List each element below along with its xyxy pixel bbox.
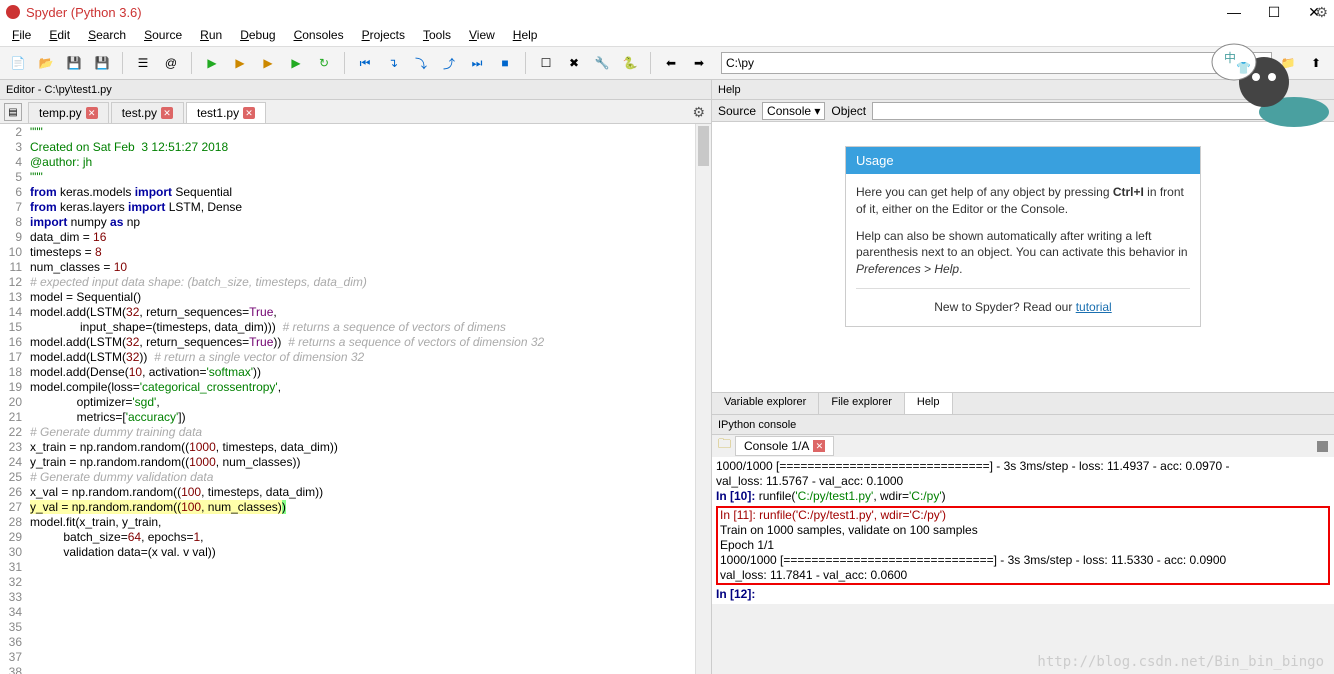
pane-tab-help[interactable]: Help: [905, 393, 953, 414]
new-file-icon[interactable]: 📄: [6, 51, 30, 75]
editor-pane-title: Editor - C:\py\test1.py: [0, 80, 711, 100]
menu-run[interactable]: Run: [192, 26, 230, 44]
tool2-icon[interactable]: ✖: [562, 51, 586, 75]
minimize-button[interactable]: —: [1214, 0, 1254, 24]
editor-tab-test1-py[interactable]: test1.py✕: [186, 102, 266, 123]
toolbar: 📄 📂 💾 💾 ☰ @ ▶ ▶ ▶ ▶ ↻ ⏮ ↴ ⤵ ⤴ ⏭ ■ ☐ ✖ 🔧 …: [0, 46, 1334, 80]
save-icon[interactable]: 💾: [62, 51, 86, 75]
editor-scrollbar[interactable]: [695, 124, 711, 674]
console-folder-icon[interactable]: 🗀: [718, 435, 731, 457]
object-label: Object: [831, 104, 866, 118]
gear-icon[interactable]: ⚙: [1315, 4, 1328, 21]
pane-tab-file-explorer[interactable]: File explorer: [819, 393, 905, 414]
titlebar: Spyder (Python 3.6) — ☐ ✕: [0, 0, 1334, 24]
pane-tab-variable-explorer[interactable]: Variable explorer: [712, 393, 819, 414]
console-title: IPython console: [712, 415, 1334, 435]
list-icon[interactable]: ☰: [131, 51, 155, 75]
python-icon[interactable]: 🐍: [618, 51, 642, 75]
menu-search[interactable]: Search: [80, 26, 134, 44]
save-all-icon[interactable]: 💾: [90, 51, 114, 75]
window-title: Spyder (Python 3.6): [26, 5, 142, 20]
usage-header: Usage: [846, 147, 1200, 174]
tool1-icon[interactable]: ☐: [534, 51, 558, 75]
editor-tabs: ▤ temp.py✕test.py✕test1.py✕ ⚙: [0, 100, 711, 124]
help-body: Usage Here you can get help of any objec…: [712, 122, 1334, 392]
maximize-button[interactable]: ☐: [1254, 0, 1294, 24]
menu-edit[interactable]: Edit: [41, 26, 78, 44]
console-options-icon[interactable]: [1317, 441, 1328, 452]
console-tab[interactable]: Console 1/A✕: [735, 436, 834, 456]
mascot-icon: 中👕: [1194, 32, 1334, 132]
svg-text:中: 中: [1224, 50, 1236, 65]
run-selection-icon[interactable]: ▶: [284, 51, 308, 75]
debug-step-icon[interactable]: ⏮: [353, 51, 377, 75]
code-editor[interactable]: 2345678910111213141516171819202122232425…: [0, 124, 711, 674]
tutorial-link[interactable]: tutorial: [1076, 300, 1112, 314]
debug-into-icon[interactable]: ↴: [381, 51, 405, 75]
editor-tab-temp-py[interactable]: temp.py✕: [28, 102, 109, 123]
usage-p2: Help can also be shown automatically aft…: [856, 228, 1190, 278]
rerun-icon[interactable]: ↻: [312, 51, 336, 75]
help-pane-tabs: Variable explorerFile explorerHelp: [712, 392, 1334, 414]
nav-back-icon[interactable]: ⬅: [659, 51, 683, 75]
close-console-icon[interactable]: ✕: [813, 440, 825, 452]
debug-over-icon[interactable]: ⤵: [409, 51, 433, 75]
menu-projects[interactable]: Projects: [354, 26, 413, 44]
console-output[interactable]: 1000/1000 [=============================…: [712, 457, 1334, 604]
debug-continue-icon[interactable]: ⏭: [465, 51, 489, 75]
run-cell-icon[interactable]: ▶: [228, 51, 252, 75]
menu-consoles[interactable]: Consoles: [286, 26, 352, 44]
menu-view[interactable]: View: [461, 26, 503, 44]
editor-gear-icon[interactable]: ⚙: [692, 104, 705, 121]
close-tab-icon[interactable]: ✕: [86, 107, 98, 119]
menu-help[interactable]: Help: [505, 26, 546, 44]
open-file-icon[interactable]: 📂: [34, 51, 58, 75]
debug-out-icon[interactable]: ⤴: [437, 51, 461, 75]
working-dir-input[interactable]: C:\py▾: [721, 52, 1272, 74]
run-cell-advance-icon[interactable]: ▶: [256, 51, 280, 75]
tabs-list-icon[interactable]: ▤: [4, 103, 22, 121]
menu-tools[interactable]: Tools: [415, 26, 459, 44]
usage-p1: Here you can get help of any object by p…: [856, 184, 1190, 218]
svg-text:👕: 👕: [1236, 61, 1251, 75]
close-tab-icon[interactable]: ✕: [161, 107, 173, 119]
menu-file[interactable]: File: [4, 26, 39, 44]
run-icon[interactable]: ▶: [200, 51, 224, 75]
menubar: FileEditSearchSourceRunDebugConsolesProj…: [0, 24, 1334, 46]
editor-tab-test-py[interactable]: test.py✕: [111, 102, 184, 123]
spyder-logo-icon: [6, 5, 20, 19]
close-button[interactable]: ✕: [1294, 0, 1334, 24]
source-combo[interactable]: Console ▾: [762, 102, 825, 120]
usage-p3: New to Spyder? Read our tutorial: [856, 299, 1190, 316]
tool3-icon[interactable]: 🔧: [590, 51, 614, 75]
menu-source[interactable]: Source: [136, 26, 190, 44]
source-label: Source: [718, 104, 756, 118]
menu-debug[interactable]: Debug: [232, 26, 283, 44]
at-icon[interactable]: @: [159, 51, 183, 75]
nav-fwd-icon[interactable]: ➡: [687, 51, 711, 75]
close-tab-icon[interactable]: ✕: [243, 107, 255, 119]
debug-stop-icon[interactable]: ■: [493, 51, 517, 75]
